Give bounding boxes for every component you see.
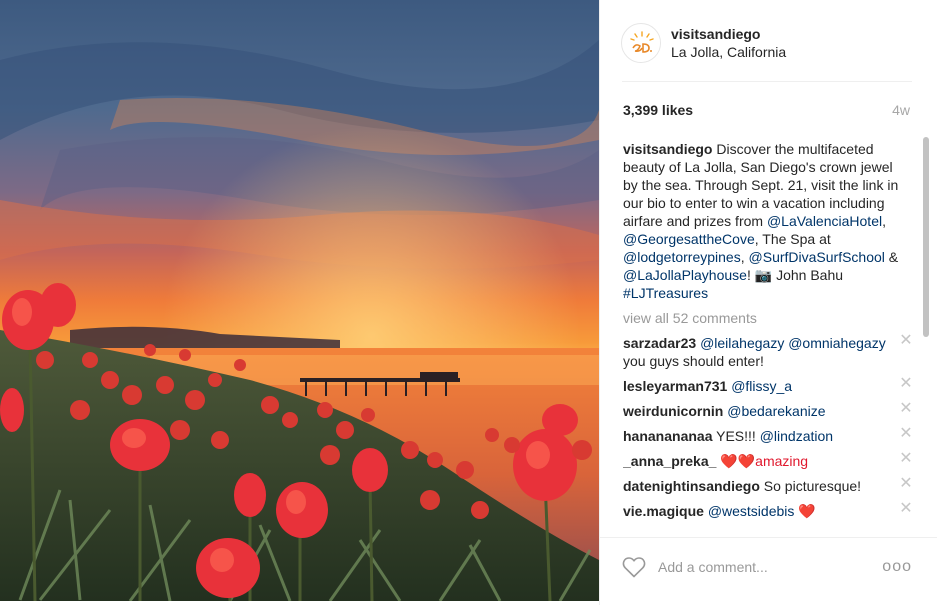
comment-mention[interactable]: @westsidebis <box>708 503 795 519</box>
caption-mention[interactable]: @lodgetorreypines <box>623 249 741 265</box>
comment-row: vie.magique @westsidebis ❤️ ✕ <box>623 501 913 520</box>
comment-text: ❤️❤️amazing <box>716 453 809 469</box>
comment-text: ❤️ <box>794 503 816 519</box>
delete-comment-icon[interactable]: ✕ <box>899 501 913 517</box>
post-header: visitsandiego La Jolla, California <box>600 0 937 82</box>
heart-icon[interactable] <box>622 556 646 578</box>
post-age[interactable]: 4w <box>892 102 910 118</box>
comment-text: you guys should enter! <box>623 353 764 369</box>
comment-mention[interactable]: @leilahegazy @omniahegazy <box>700 335 886 351</box>
comment-row: hananananaa YES!!! @lindzation ✕ <box>623 426 913 445</box>
comment-username[interactable]: datenightinsandiego <box>623 478 760 494</box>
comments-scrollbar[interactable] <box>922 137 930 534</box>
instagram-post: visitsandiego La Jolla, California 3,399… <box>0 0 937 605</box>
sunset-aloe-photo <box>0 0 599 601</box>
likes-count[interactable]: 3,399 likes <box>623 102 693 118</box>
caption-text: , The Spa at <box>754 231 831 247</box>
delete-comment-icon[interactable]: ✕ <box>899 476 913 492</box>
post-location[interactable]: La Jolla, California <box>671 44 786 60</box>
comment-username[interactable]: sarzadar23 <box>623 335 696 351</box>
comment-row: _anna_preka_ ❤️❤️amazing ✕ <box>623 451 913 470</box>
comment-username[interactable]: lesleyarman731 <box>623 378 727 394</box>
comment-row: sarzadar23 @leilahegazy @omniahegazy you… <box>623 333 913 370</box>
comment-text: YES!!! <box>716 428 760 444</box>
scrollbar-thumb[interactable] <box>923 137 929 337</box>
add-comment-input[interactable] <box>658 556 878 578</box>
comment-username[interactable]: weirdunicornin <box>623 403 723 419</box>
caption-hashtag[interactable]: #LJTreasures <box>623 285 708 301</box>
view-all-comments-link[interactable]: view all 52 comments <box>623 309 913 327</box>
comment-mention[interactable]: @lindzation <box>760 428 833 444</box>
delete-comment-icon[interactable]: ✕ <box>899 376 913 392</box>
delete-comment-icon[interactable]: ✕ <box>899 401 913 417</box>
post-username[interactable]: visitsandiego <box>671 26 760 42</box>
delete-comment-icon[interactable]: ✕ <box>899 426 913 442</box>
caption-username[interactable]: visitsandiego <box>623 141 712 157</box>
delete-comment-icon[interactable]: ✕ <box>899 333 913 349</box>
comments-feed: visitsandiego Discover the multifaceted … <box>623 140 913 536</box>
comment-username[interactable]: hananananaa <box>623 428 712 444</box>
more-options-button[interactable]: ooo <box>882 558 912 576</box>
caption-text: ! 📷 John Bahu <box>746 267 844 283</box>
comment-row: datenightinsandiego So picturesque! ✕ <box>623 476 913 495</box>
caption-mention[interactable]: @LaJollaPlayhouse <box>623 267 747 283</box>
caption-mention[interactable]: @SurfDivaSurfSchool <box>749 249 885 265</box>
post-photo[interactable] <box>0 0 599 601</box>
avatar[interactable] <box>621 23 661 63</box>
post-footer: ooo <box>600 538 937 605</box>
caption-mention[interactable]: @GeorgesattheCove <box>623 231 755 247</box>
delete-comment-icon[interactable]: ✕ <box>899 451 913 467</box>
post-caption: visitsandiego Discover the multifaceted … <box>623 140 899 302</box>
comment-mention[interactable]: @flissy_a <box>731 378 792 394</box>
caption-text: & <box>884 249 899 265</box>
comment-mention[interactable]: @bedarekanize <box>727 403 825 419</box>
comment-text: So picturesque! <box>763 478 862 494</box>
post-side-panel: visitsandiego La Jolla, California 3,399… <box>599 0 937 605</box>
caption-text: , <box>882 213 886 229</box>
caption-text: , <box>740 249 749 265</box>
header-divider <box>622 81 912 82</box>
san-diego-logo-icon <box>623 25 660 62</box>
comment-username[interactable]: _anna_preka_ <box>623 453 716 469</box>
caption-mention[interactable]: @LaValenciaHotel <box>767 213 882 229</box>
comment-row: lesleyarman731 @flissy_a ✕ <box>623 376 913 395</box>
comment-row: weirdunicornin @bedarekanize ✕ <box>623 401 913 420</box>
comment-username[interactable]: vie.magique <box>623 503 704 519</box>
